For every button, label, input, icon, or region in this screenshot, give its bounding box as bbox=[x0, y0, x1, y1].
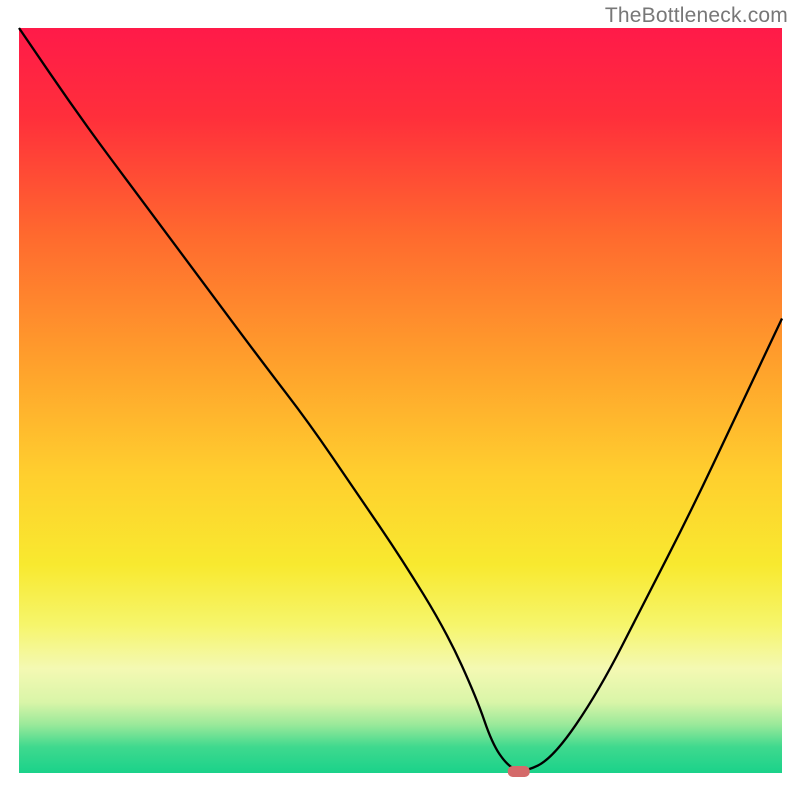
watermark-text: TheBottleneck.com bbox=[605, 4, 788, 28]
chart-svg bbox=[19, 28, 782, 773]
optimal-marker bbox=[508, 766, 530, 777]
chart-background bbox=[19, 28, 782, 773]
chart-container: { "watermark": "TheBottleneck.com", "col… bbox=[0, 0, 800, 800]
